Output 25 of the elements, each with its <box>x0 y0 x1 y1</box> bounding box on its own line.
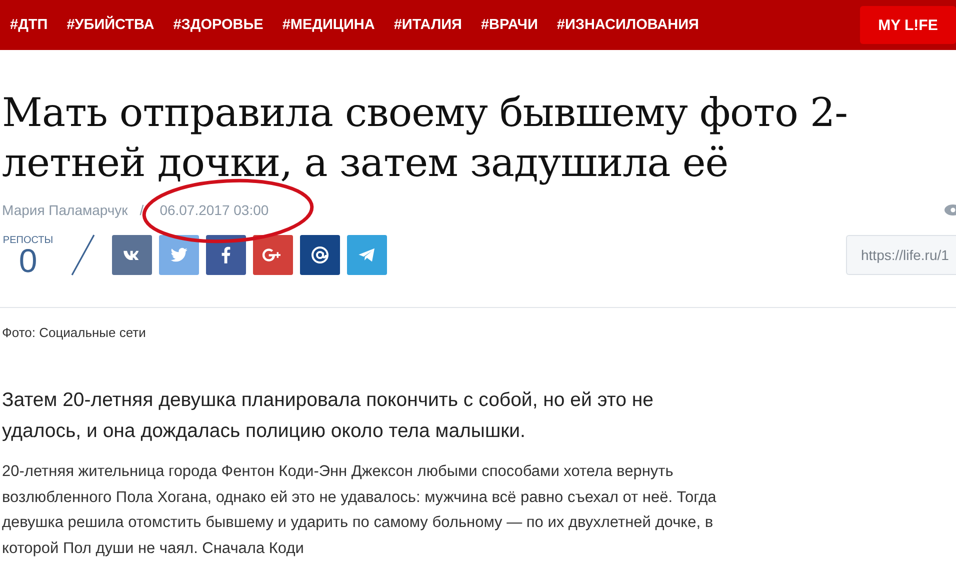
tag-link[interactable]: #МЕДИЦИНА <box>282 17 375 33</box>
reposts-count: 0 <box>18 246 38 276</box>
slash-divider <box>70 234 96 276</box>
share-button[interactable] <box>159 235 199 275</box>
share-button[interactable] <box>112 235 152 275</box>
at-sign-icon <box>310 245 330 265</box>
tag-link[interactable]: #ДТП <box>10 17 48 33</box>
share-button[interactable] <box>253 235 293 275</box>
tag-link[interactable]: #ИТАЛИЯ <box>394 17 462 33</box>
url-field[interactable]: https://life.ru/1 <box>846 235 956 275</box>
tag-link[interactable]: #ВРАЧИ <box>480 17 538 33</box>
reposts-label: РЕПОСТЫ <box>2 234 54 246</box>
publish-date: 06.07.2017 03:00 <box>160 202 269 218</box>
tag-link[interactable]: #УБИЙСТВА <box>66 17 154 33</box>
share-button[interactable] <box>206 235 246 275</box>
tag-link[interactable]: #ЗДОРОВЬЕ <box>173 17 264 33</box>
brand-button[interactable]: MY L!FE <box>860 6 956 44</box>
lead-paragraph: Затем 20-летняя девушка планировала покончить с собой, но ей это не удалось, и она дождалась полицию около тела малышки. <box>2 388 654 444</box>
photo-caption: Фото: Социальные сети <box>2 325 147 340</box>
author-name: Мария Паламарчук <box>2 202 128 218</box>
tag-link[interactable]: #ИЗНАСИЛОВАНИЯ <box>556 17 699 33</box>
meta-separator: / <box>140 202 144 218</box>
share-button[interactable] <box>300 235 340 275</box>
article-title: Мать отправила своему бывшему фото 2-летней дочки, а затем задушила её <box>1 89 848 188</box>
body-paragraph: 20-летняя жительница города Фентон Коди-Энн Джексон любыми способами хотела вернуть возлюбленного Пола Хогана, однако ей это не удавалось: мужчина всё равно съехал от неё. Тогда девушка решила отомстить бывшему и ударить по самому больному — по их двухлетней дочке, в которой Пол души не чаял. Сначала Коди <box>2 462 717 558</box>
